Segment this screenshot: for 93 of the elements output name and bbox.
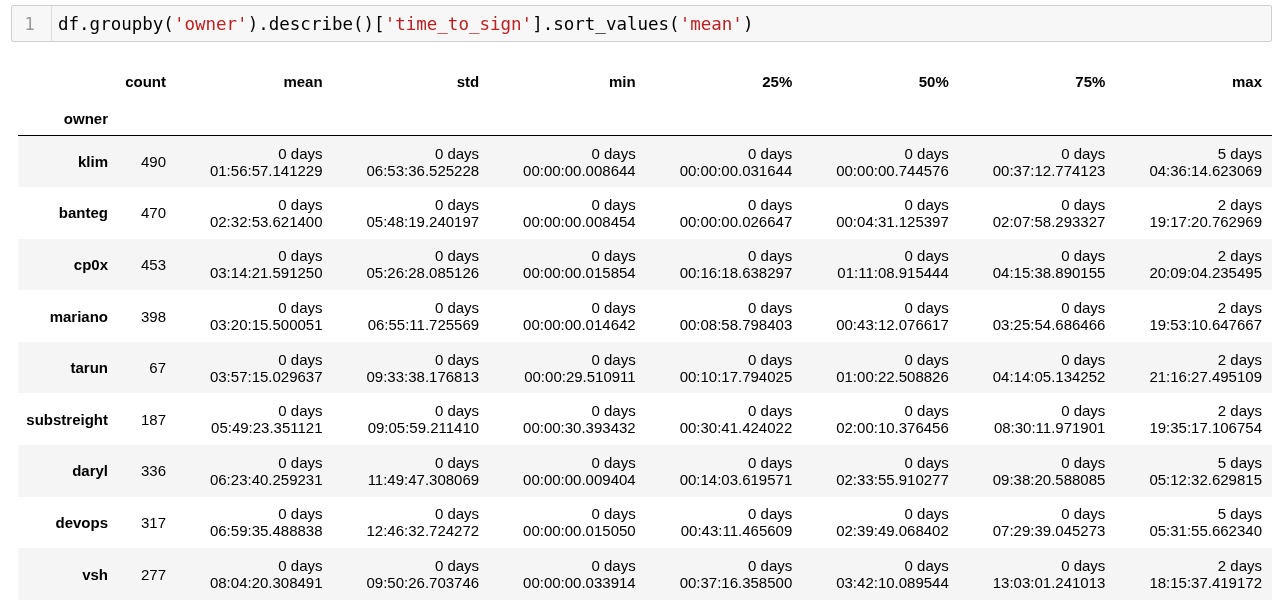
table-cell: 336 <box>118 445 176 497</box>
table-cell: 0 days 00:30:41.424022 <box>645 393 803 446</box>
table-cell: 5 days 04:36:14.623069 <box>1115 135 1272 188</box>
table-cell: 5 days 05:12:32.629815 <box>1115 445 1272 497</box>
table-cell: 470 <box>118 187 176 239</box>
table-cell: 0 days 08:04:20.308491 <box>176 548 333 600</box>
table-cell: 0 days 06:55:11.725569 <box>332 290 490 342</box>
table-cell: 0 days 09:50:26.703746 <box>332 548 490 600</box>
row-index-cell: daryl <box>18 445 118 497</box>
table-cell: 0 days 02:07:58.293327 <box>958 187 1116 239</box>
table-cell: 0 days 04:14:05.134252 <box>958 341 1116 394</box>
line-number: 1 <box>12 6 52 41</box>
table-cell: 0 days 04:15:38.890155 <box>958 238 1116 291</box>
table-cell: 0 days 02:00:10.376456 <box>802 393 959 446</box>
column-header: max <box>1230 71 1263 92</box>
table-cell: 277 <box>118 548 176 600</box>
table-cell: 0 days 00:43:11.465609 <box>645 496 803 549</box>
table-cell: 0 days 06:53:36.525228 <box>332 135 490 188</box>
table-cell: 0 days 09:05:59.211410 <box>332 393 490 446</box>
table-cell: 0 days 02:39:49.068402 <box>802 496 959 549</box>
table-cell: 2 days 19:17:20.762969 <box>1115 187 1272 239</box>
row-index-cell: substreight <box>18 393 118 446</box>
table-cell: 2 days 19:35:17.106754 <box>1115 393 1272 446</box>
table-cell: 0 days 00:00:00.015050 <box>489 496 646 549</box>
column-header: count <box>124 71 167 92</box>
table-cell: 0 days 00:00:00.744576 <box>802 135 959 188</box>
table-cell: 67 <box>118 341 176 394</box>
code-line: df.groupby('owner').describe()['time_to_sign'].sort_values('mean') <box>57 13 754 34</box>
table-cell: 0 days 09:33:38.176813 <box>332 341 490 394</box>
table-cell: 0 days 03:25:54.686466 <box>958 290 1116 342</box>
table-cell: 0 days 12:46:32.724272 <box>332 496 490 549</box>
table-cell: 0 days 00:00:29.510911 <box>489 341 646 394</box>
row-index-cell: cp0x <box>18 238 118 291</box>
table-cell: 2 days 19:53:10.647667 <box>1115 290 1272 342</box>
table-cell: 2 days 18:15:37.419172 <box>1115 548 1272 600</box>
row-index-cell: vsh <box>18 548 118 600</box>
table-cell: 453 <box>118 238 176 291</box>
table-cell: 0 days 03:20:15.500051 <box>176 290 333 342</box>
column-header: 25% <box>761 71 794 92</box>
table-cell: 0 days 00:00:00.015854 <box>489 238 646 291</box>
table-cell: 0 days 05:26:28.085126 <box>332 238 490 291</box>
table-cell: 0 days 02:32:53.621400 <box>176 187 333 239</box>
table-cell: 0 days 00:00:00.026647 <box>645 187 803 239</box>
table-cell: 0 days 00:43:12.076617 <box>802 290 959 342</box>
table-cell: 0 days 03:57:15.029637 <box>176 341 333 394</box>
table-cell: 0 days 06:23:40.259231 <box>176 445 333 497</box>
table-cell: 0 days 00:00:30.393432 <box>489 393 646 446</box>
table-cell: 0 days 09:38:20.588085 <box>958 445 1116 497</box>
table-cell: 0 days 07:29:39.045273 <box>958 496 1116 549</box>
row-index-cell: mariano <box>18 290 118 342</box>
table-cell: 490 <box>118 135 176 188</box>
table-cell: 0 days 05:49:23.351121 <box>176 393 333 446</box>
table-cell: 0 days 00:00:00.031644 <box>645 135 803 188</box>
table-cell: 187 <box>118 393 176 446</box>
table-cell: 0 days 00:16:18.638297 <box>645 238 803 291</box>
code-input-cell[interactable]: 1 df.groupby('owner').describe()['time_to_sign'].sort_values('mean') <box>11 5 1272 42</box>
table-cell: 2 days 21:16:27.495109 <box>1115 341 1272 394</box>
table-cell: 5 days 05:31:55.662340 <box>1115 496 1272 549</box>
table-cell: 0 days 00:14:03.619571 <box>645 445 803 497</box>
table-cell: 0 days 00:00:00.033914 <box>489 548 646 600</box>
column-header: mean <box>282 71 324 92</box>
column-header: std <box>455 71 481 92</box>
table-cell: 0 days 03:14:21.591250 <box>176 238 333 291</box>
table-cell: 0 days 06:59:35.488838 <box>176 496 333 549</box>
table-cell: 0 days 02:33:55.910277 <box>802 445 959 497</box>
column-header: 50% <box>917 71 950 92</box>
table-cell: 0 days 00:00:00.008454 <box>489 187 646 239</box>
column-header: 75% <box>1074 71 1107 92</box>
table-cell: 317 <box>118 496 176 549</box>
table-cell: 0 days 01:11:08.915444 <box>802 238 959 291</box>
table-cell: 0 days 00:37:16.358500 <box>645 548 803 600</box>
table-cell: 0 days 00:00:00.014642 <box>489 290 646 342</box>
table-cell: 0 days 00:10:17.794025 <box>645 341 803 394</box>
table-cell: 398 <box>118 290 176 342</box>
table-cell: 0 days 00:04:31.125397 <box>802 187 959 239</box>
row-index-cell: klim <box>18 135 118 188</box>
table-cell: 2 days 20:09:04.235495 <box>1115 238 1272 291</box>
table-cell: 0 days 01:00:22.508826 <box>802 341 959 394</box>
row-index-cell: devops <box>18 496 118 549</box>
table-cell: 0 days 03:42:10.089544 <box>802 548 959 600</box>
column-header: min <box>608 71 637 92</box>
table-cell: 0 days 05:48:19.240197 <box>332 187 490 239</box>
table-cell: 0 days 08:30:11.971901 <box>958 393 1116 446</box>
table-cell: 0 days 01:56:57.141229 <box>176 135 333 188</box>
table-cell: 0 days 00:00:00.009404 <box>489 445 646 497</box>
row-index-cell: tarun <box>18 341 118 394</box>
table-cell: 0 days 11:49:47.308069 <box>332 445 490 497</box>
table-cell: 0 days 00:08:58.798403 <box>645 290 803 342</box>
index-header: owner <box>18 101 118 136</box>
row-index-cell: banteg <box>18 187 118 239</box>
table-cell: 0 days 00:00:00.008644 <box>489 135 646 188</box>
table-cell: 0 days 13:03:01.241013 <box>958 548 1116 600</box>
table-cell: 0 days 00:37:12.774123 <box>958 135 1116 188</box>
